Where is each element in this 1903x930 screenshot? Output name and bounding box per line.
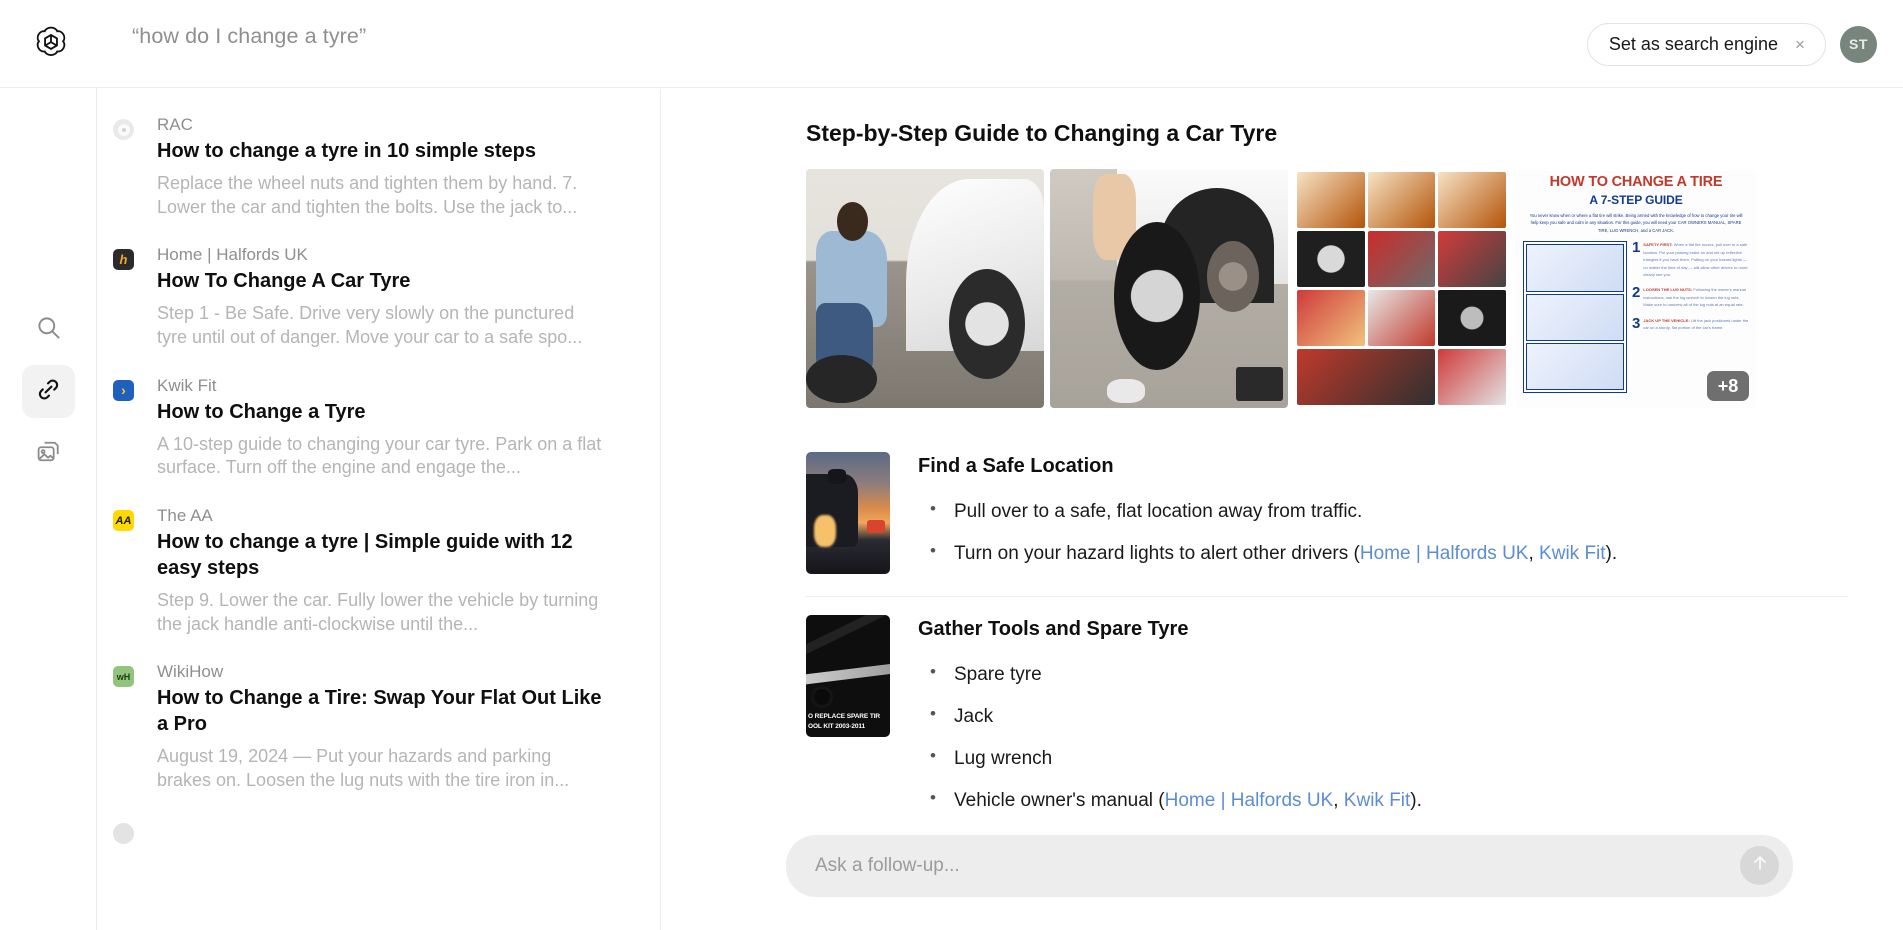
result-snippet: Step 9. Lower the car. Fully lower the v… bbox=[157, 589, 605, 637]
avatar[interactable]: ST bbox=[1840, 26, 1877, 63]
follow-up-composer[interactable] bbox=[786, 835, 1793, 897]
halfords-favicon: h bbox=[113, 249, 134, 270]
bullet-text: Spare tyre bbox=[954, 664, 1042, 685]
sunset-car-hazards-thumbnail[interactable] bbox=[806, 452, 890, 574]
follow-up-input[interactable] bbox=[815, 855, 1727, 877]
bullet-text: Turn on your hazard lights to alert othe… bbox=[954, 543, 1360, 564]
result-source: WikiHow bbox=[157, 662, 605, 682]
placeholder-favicon bbox=[113, 823, 134, 844]
infographic-step-number: 1 bbox=[1632, 241, 1640, 278]
result-title[interactable]: How to Change a Tyre bbox=[157, 400, 605, 426]
section-title: Gather Tools and Spare Tyre bbox=[918, 618, 1848, 641]
rail-item-search[interactable] bbox=[22, 303, 75, 356]
result-source: RAC bbox=[157, 115, 605, 135]
bullet-text: ). bbox=[1606, 543, 1618, 564]
infographic-intro: You never know when or where a flat tire… bbox=[1523, 212, 1749, 236]
list-item[interactable]: wH WikiHow How to Change a Tire: Swap Yo… bbox=[97, 649, 660, 805]
section-find-a-safe-location: Find a Safe Location Pull over to a safe… bbox=[806, 434, 1848, 596]
list-item[interactable]: h Home | Halfords UK How To Change A Car… bbox=[97, 232, 660, 362]
infographic-step-number: 2 bbox=[1632, 286, 1640, 308]
search-query-text: “how do I change a tyre” bbox=[132, 24, 366, 49]
bullet-text: Vehicle owner's manual ( bbox=[954, 790, 1165, 811]
header-actions: Set as search engine × ST bbox=[1587, 0, 1883, 88]
kwikfit-favicon: › bbox=[113, 380, 134, 401]
infographic-step-number: 3 bbox=[1632, 317, 1640, 332]
app-root: “how do I change a tyre” Set as search e… bbox=[0, 0, 1903, 930]
link-icon bbox=[35, 376, 62, 408]
list-item[interactable]: AA The AA How to change a tyre | Simple … bbox=[97, 493, 660, 649]
theaa-favicon: AA bbox=[113, 510, 134, 531]
result-snippet: Step 1 - Be Safe. Drive very slowly on t… bbox=[157, 302, 605, 350]
composer-area bbox=[661, 820, 1903, 930]
list-item: Pull over to a safe, flat location away … bbox=[918, 499, 1848, 524]
bullet-text: Lug wrench bbox=[954, 748, 1052, 769]
thumbnail-caption-line1: O REPLACE SPARE TIR bbox=[808, 713, 888, 720]
app-header: “how do I change a tyre” Set as search e… bbox=[0, 0, 1903, 88]
list-item-partial[interactable] bbox=[97, 806, 660, 832]
image-gallery: HOW TO CHANGE A TIRE A 7-STEP GUIDE You … bbox=[806, 169, 1848, 408]
infographic-step-label: JACK UP THE VEHICLE: bbox=[1643, 318, 1689, 323]
send-button[interactable] bbox=[1740, 846, 1779, 885]
close-icon[interactable]: × bbox=[1792, 36, 1808, 52]
bullet-text: , bbox=[1528, 543, 1539, 564]
illustrated-steps-collage[interactable] bbox=[1294, 169, 1509, 408]
infographic-step-text: When a flat tire occurs, pull over to a … bbox=[1643, 242, 1747, 277]
result-snippet: A 10-step guide to changing your car tyr… bbox=[157, 433, 605, 481]
wikihow-favicon: wH bbox=[113, 666, 134, 687]
man-changing-tyre-photo[interactable] bbox=[806, 169, 1044, 408]
rac-favicon bbox=[113, 119, 134, 140]
left-rail bbox=[0, 88, 97, 930]
section-title: Find a Safe Location bbox=[918, 455, 1848, 478]
source-link[interactable]: Kwik Fit bbox=[1539, 543, 1606, 564]
bullet-text: Pull over to a safe, flat location away … bbox=[954, 501, 1362, 522]
list-item: Jack bbox=[918, 704, 1848, 729]
rail-item-images[interactable] bbox=[22, 427, 75, 480]
list-item[interactable]: RAC How to change a tyre in 10 simple st… bbox=[97, 102, 660, 232]
thumbnail-caption-line2: OOL KIT 2003-2011 bbox=[808, 723, 888, 730]
result-source: Home | Halfords UK bbox=[157, 245, 605, 265]
source-link[interactable]: Home | Halfords UK bbox=[1360, 543, 1529, 564]
result-snippet: Replace the wheel nuts and tighten them … bbox=[157, 172, 605, 220]
wheel-off-hub-photo[interactable] bbox=[1050, 169, 1288, 408]
result-title[interactable]: How to Change a Tire: Swap Your Flat Out… bbox=[157, 686, 605, 737]
openai-logo-icon[interactable] bbox=[25, 17, 77, 69]
bullet-text: Jack bbox=[954, 706, 993, 727]
list-item: Lug wrench bbox=[918, 746, 1848, 771]
infographic-subheading: A 7-STEP GUIDE bbox=[1523, 193, 1749, 207]
answer-panel: Step-by-Step Guide to Changing a Car Tyr… bbox=[661, 89, 1903, 930]
list-item[interactable]: › Kwik Fit How to Change a Tyre A 10-ste… bbox=[97, 363, 660, 493]
infographic-step-label: LOOSEN THE LUG NUTS: bbox=[1643, 287, 1692, 292]
set-as-search-engine-label: Set as search engine bbox=[1609, 34, 1778, 55]
list-item: Turn on your hazard lights to alert othe… bbox=[918, 541, 1848, 566]
how-to-change-a-tire-infographic[interactable]: HOW TO CHANGE A TIRE A 7-STEP GUIDE You … bbox=[1515, 169, 1757, 408]
result-snippet: August 19, 2024 — Put your hazards and p… bbox=[157, 745, 605, 793]
search-icon bbox=[35, 314, 62, 346]
rail-item-links[interactable] bbox=[22, 365, 75, 418]
section-gather-tools-and-spare-tyre: O REPLACE SPARE TIR OOL KIT 2003-2011 Ga… bbox=[806, 596, 1848, 835]
spare-tire-tool-kit-thumbnail[interactable]: O REPLACE SPARE TIR OOL KIT 2003-2011 bbox=[806, 615, 890, 737]
bullet-text: ). bbox=[1410, 790, 1422, 811]
result-source: Kwik Fit bbox=[157, 376, 605, 396]
more-images-badge[interactable]: +8 bbox=[1707, 371, 1749, 401]
arrow-up-icon bbox=[1750, 853, 1770, 878]
set-as-search-engine-button[interactable]: Set as search engine × bbox=[1587, 23, 1826, 66]
images-icon bbox=[35, 438, 62, 470]
bullet-list: Pull over to a safe, flat location away … bbox=[918, 499, 1848, 566]
bullet-text: , bbox=[1333, 790, 1344, 811]
list-item: Spare tyre bbox=[918, 662, 1848, 687]
list-item: Vehicle owner's manual (Home | Halfords … bbox=[918, 788, 1848, 813]
result-title[interactable]: How to change a tyre | Simple guide with… bbox=[157, 530, 605, 581]
infographic-heading: HOW TO CHANGE A TIRE bbox=[1523, 175, 1749, 190]
result-title[interactable]: How To Change A Car Tyre bbox=[157, 269, 605, 295]
source-link[interactable]: Kwik Fit bbox=[1344, 790, 1411, 811]
source-link[interactable]: Home | Halfords UK bbox=[1165, 790, 1334, 811]
results-list[interactable]: RAC How to change a tyre in 10 simple st… bbox=[97, 89, 661, 930]
result-title[interactable]: How to change a tyre in 10 simple steps bbox=[157, 139, 605, 165]
result-source: The AA bbox=[157, 506, 605, 526]
bullet-list: Spare tyre Jack Lug wrench Vehicle owner… bbox=[918, 662, 1848, 813]
infographic-step-label: SAFETY FIRST: bbox=[1643, 242, 1672, 247]
page-title: Step-by-Step Guide to Changing a Car Tyr… bbox=[806, 120, 1848, 147]
